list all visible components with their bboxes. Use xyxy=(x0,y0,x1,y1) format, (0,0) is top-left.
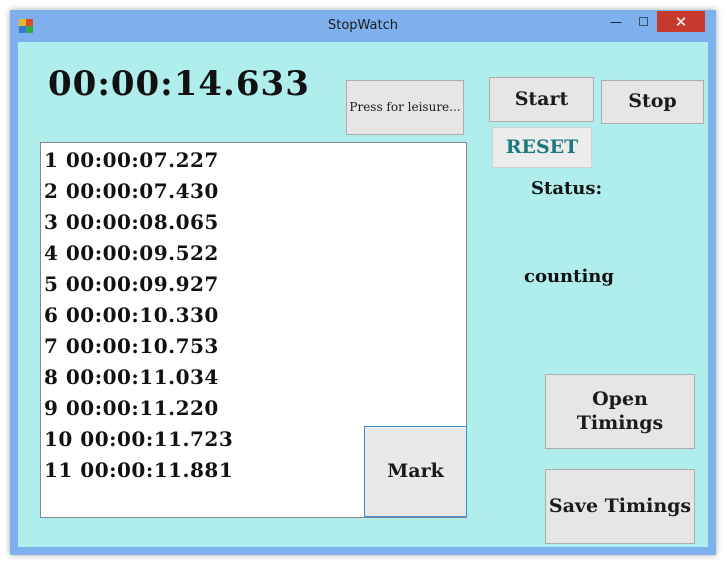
list-item[interactable]: 4 00:00:09.522 xyxy=(44,241,219,271)
minimize-icon[interactable]: — xyxy=(602,11,630,32)
list-item[interactable]: 2 00:00:07.430 xyxy=(44,179,219,209)
open-timings-button[interactable]: Open Timings xyxy=(545,374,695,449)
list-item[interactable]: 1 00:00:07.227 xyxy=(44,148,219,178)
reset-button[interactable]: RESET xyxy=(492,127,592,168)
list-item[interactable]: 6 00:00:10.330 xyxy=(44,303,219,333)
list-item[interactable]: 9 00:00:11.220 xyxy=(44,396,219,426)
maximize-icon[interactable]: ☐ xyxy=(630,11,657,32)
status-value: counting xyxy=(524,266,614,287)
list-item[interactable]: 3 00:00:08.065 xyxy=(44,210,219,240)
start-button[interactable]: Start xyxy=(489,77,594,122)
title-bar[interactable]: StopWatch — ☐ ✕ xyxy=(10,10,716,42)
timer-display: 00:00:14.633 xyxy=(48,64,310,104)
list-item[interactable]: 7 00:00:10.753 xyxy=(44,334,219,364)
status-label: Status: xyxy=(531,178,603,199)
mark-button[interactable]: Mark xyxy=(364,426,467,517)
stopwatch-window: StopWatch — ☐ ✕ 00:00:14.633 Press for l… xyxy=(10,10,716,555)
client-area: 00:00:14.633 Press for leisure... Start … xyxy=(18,42,708,547)
close-icon[interactable]: ✕ xyxy=(657,11,705,32)
list-item[interactable]: 8 00:00:11.034 xyxy=(44,365,219,395)
list-item[interactable]: 11 00:00:11.881 xyxy=(44,458,233,488)
stop-button[interactable]: Stop xyxy=(601,80,704,124)
list-item[interactable]: 5 00:00:09.927 xyxy=(44,272,219,302)
list-item[interactable]: 10 00:00:11.723 xyxy=(44,427,233,457)
leisure-button[interactable]: Press for leisure... xyxy=(346,80,464,135)
save-timings-button[interactable]: Save Timings xyxy=(545,469,695,544)
